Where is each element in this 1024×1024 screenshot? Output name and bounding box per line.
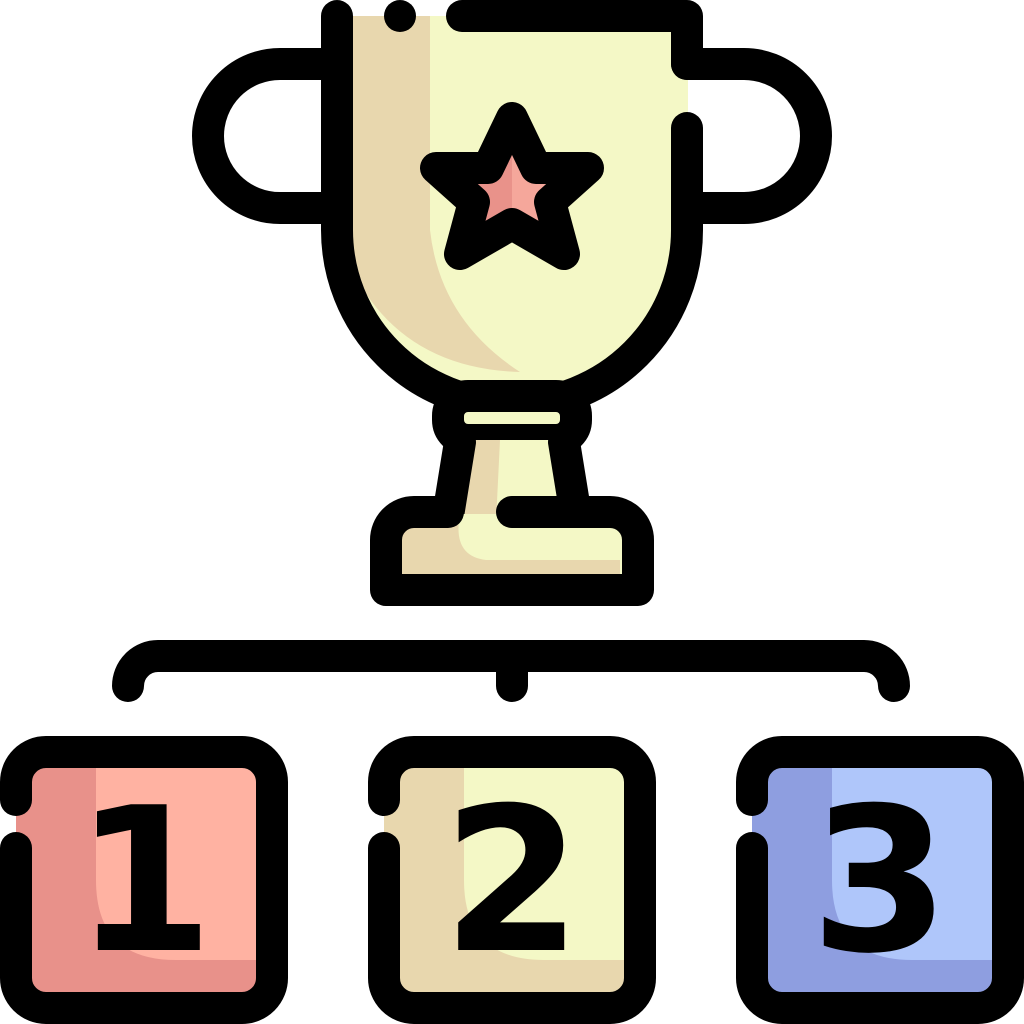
rank-box-3: 3	[736, 736, 1024, 1024]
trophy-rim-dot	[384, 0, 416, 32]
ranking-connector	[112, 640, 910, 702]
rank-box-2: 2	[368, 736, 656, 1024]
trophy-ranking-icon: 1 2 3	[0, 0, 1024, 1024]
rank-box-1: 1	[0, 736, 288, 1024]
rank-2-label: 2	[442, 765, 581, 998]
trophy-icon	[192, 0, 832, 606]
trophy-right-handle	[671, 48, 832, 224]
rank-1-label: 1	[74, 765, 213, 998]
trophy-left-handle	[192, 48, 353, 224]
rank-3-label: 3	[810, 765, 949, 998]
